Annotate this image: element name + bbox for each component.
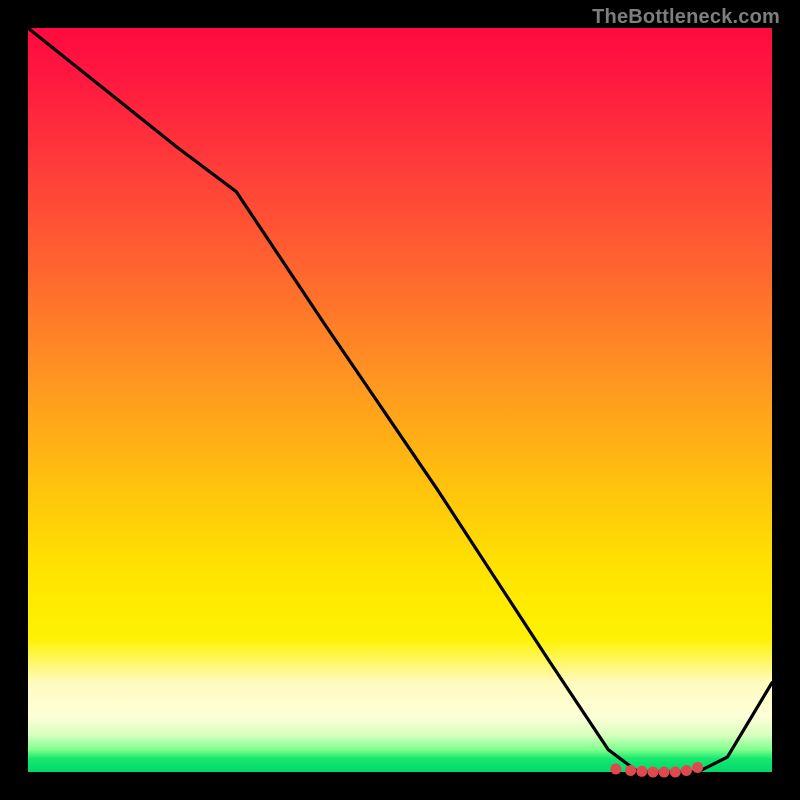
marker-point xyxy=(692,762,703,773)
chart-svg xyxy=(28,28,772,772)
marker-point xyxy=(610,764,621,775)
marker-point xyxy=(625,765,636,776)
marker-point xyxy=(648,767,659,778)
marker-point xyxy=(681,765,692,776)
watermark-text: TheBottleneck.com xyxy=(592,6,780,29)
marker-point xyxy=(636,766,647,777)
marker-point xyxy=(670,767,681,778)
chart-stage: TheBottleneck.com xyxy=(0,0,800,800)
marker-point xyxy=(659,767,670,778)
bottleneck-curve-path xyxy=(28,28,772,772)
marker-group xyxy=(610,762,703,778)
